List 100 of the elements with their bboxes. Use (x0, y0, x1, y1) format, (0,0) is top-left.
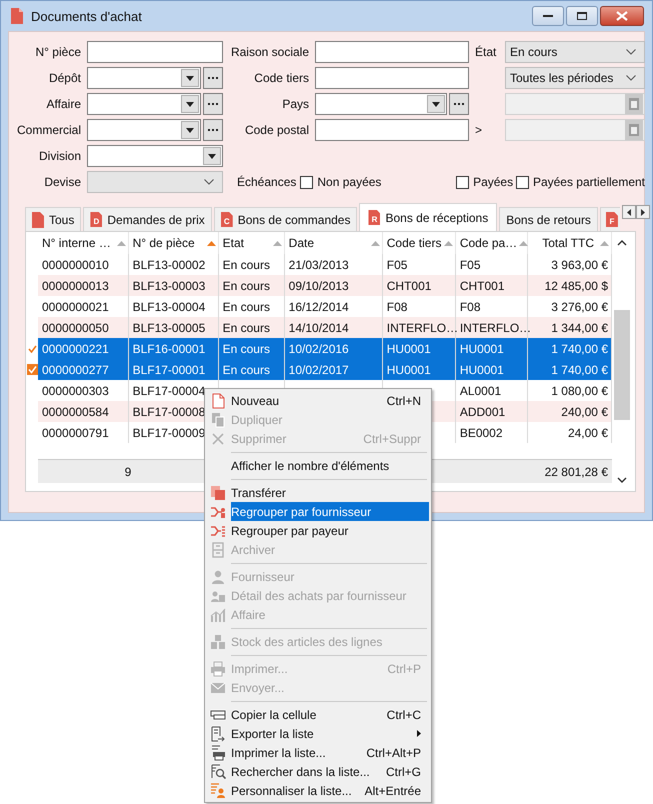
menu-item[interactable]: Exporter la liste (207, 724, 429, 743)
menu-item[interactable]: Rechercher dans la liste... Ctrl+G (207, 762, 429, 781)
table-cell: 09/10/2013 (288, 278, 349, 292)
combo-field[interactable] (87, 119, 201, 141)
table-cell: INTERFLO… (386, 320, 458, 334)
field-label: Dépôt (48, 71, 81, 85)
person-icon (210, 568, 226, 584)
tab[interactable]: Bons de retours (499, 207, 598, 231)
menu-item[interactable]: Transférer (207, 483, 429, 502)
checkbox[interactable]: Payées (456, 175, 516, 189)
table-cell: 24,00 € (568, 426, 608, 440)
table-row[interactable]: 0000000013 BLF13-00003 En cours 09/10/2013 CHT001 CHT001 12 485,00 $ (27, 275, 612, 296)
table-cell: BLF17-00009 (132, 426, 206, 440)
table-cell: 0000000791 (42, 426, 109, 440)
copy-icon (210, 412, 226, 428)
chevron-icon (626, 49, 636, 55)
text-field[interactable] (315, 41, 469, 63)
menu-item[interactable]: Copier la cellule Ctrl+C (207, 705, 429, 724)
table-row[interactable]: 0000000050 BLF13-00005 En cours 14/10/2014 INTERFLO…INTERFLO… 1 344,00 € (27, 317, 612, 338)
menu-item[interactable]: Imprimer la liste... Ctrl+Alt+P (207, 743, 429, 762)
table-cell: 3 963,00 € (551, 258, 608, 272)
tab[interactable]: R Bons de réceptions (359, 203, 498, 231)
browse-button[interactable] (449, 93, 469, 115)
minimize-button[interactable] (532, 6, 564, 26)
combo-field[interactable] (87, 67, 201, 89)
text-field[interactable] (315, 119, 469, 141)
table-row[interactable]: 0000000221 BLF16-00001 En cours 10/02/2016 HU0001 HU0001 1 740,00 € (27, 338, 612, 359)
table-cell: F08 (460, 300, 480, 314)
table-cell: 0000000303 (42, 384, 109, 398)
scroll-right-button[interactable] (636, 205, 650, 219)
maximize-button[interactable] (566, 6, 598, 26)
table-cell: 10/02/2017 (288, 362, 349, 376)
tab[interactable]: D Demandes de prix (83, 207, 212, 231)
menu-item[interactable]: Afficher le nombre d'éléments (207, 456, 429, 475)
document-icon (32, 212, 44, 228)
checkbox[interactable]: Payées partiellement (516, 175, 645, 189)
text-field[interactable] (315, 67, 469, 89)
field-label: N° pièce (34, 45, 81, 59)
scroll-left-button[interactable] (622, 205, 636, 219)
column-header[interactable]: Etat (218, 232, 284, 254)
checkbox[interactable]: Non payées (300, 175, 456, 189)
table-cell: HU0001 (386, 342, 431, 356)
table-cell: En cours (222, 362, 270, 376)
column-header[interactable]: Code tiers (382, 232, 456, 254)
column-header[interactable]: Date (284, 232, 382, 254)
table-cell: BLF17-00004 (132, 384, 206, 398)
menu-item[interactable]: Nouveau Ctrl+N (207, 391, 429, 410)
printer-icon (210, 660, 226, 676)
browse-button[interactable] (203, 119, 223, 141)
document-icon: R (368, 210, 380, 225)
combo-field[interactable] (87, 93, 201, 115)
table-row[interactable]: 0000000277 BLF17-00001 En cours 10/02/2017 HU0001 HU0001 1 740,00 € (27, 359, 612, 380)
column-header[interactable]: N° interne … (38, 232, 128, 254)
browse-button[interactable] (203, 67, 223, 89)
caret-icon (432, 102, 440, 106)
field-label: Pays (281, 97, 309, 111)
table-cell: HU0001 (460, 342, 504, 356)
total-amount: 22 801,28 € (544, 464, 609, 478)
boxes-icon (210, 634, 226, 650)
table-cell: 0000000010 (42, 258, 109, 272)
column-header[interactable]: Total TTC (527, 232, 612, 254)
dropdown-button[interactable] (181, 69, 199, 87)
text-field[interactable] (87, 41, 223, 63)
combo-field[interactable] (87, 145, 223, 167)
field-label: > (475, 123, 482, 137)
browse-button[interactable] (203, 93, 223, 115)
envelope-icon (210, 680, 226, 696)
search-icon (210, 764, 226, 780)
submenu-arrow-icon (417, 730, 421, 737)
checkbox[interactable] (27, 364, 38, 375)
field-label: Échéances (237, 175, 296, 189)
column-header[interactable]: Code pa… (455, 232, 528, 254)
status-select[interactable]: En cours (505, 41, 645, 63)
menu-item[interactable]: Personnaliser la liste... Alt+Entrée (207, 781, 429, 800)
table-cell: En cours (222, 258, 270, 272)
table-cell: 1 740,00 € (551, 362, 608, 376)
caret-icon (208, 154, 216, 158)
period-select[interactable]: Toutes les périodes (505, 67, 645, 89)
combo-field[interactable] (315, 93, 447, 115)
table-cell: 0000000221 (42, 342, 109, 356)
table-cell: HU0001 (386, 362, 431, 376)
table-cell: En cours (222, 300, 270, 314)
chevron-icon (626, 75, 636, 81)
dropdown-button[interactable] (181, 121, 199, 139)
dropdown-button[interactable] (427, 95, 445, 113)
caret-icon (186, 76, 194, 80)
right-arrow-icon (640, 208, 645, 216)
menu-item[interactable]: Regrouper par payeur (207, 521, 429, 540)
table-cell: F08 (386, 300, 408, 314)
close-button[interactable] (600, 6, 644, 26)
field-label: Code postal (244, 123, 309, 137)
tab[interactable]: C Bons de commandes (214, 207, 358, 231)
table-cell: En cours (222, 342, 270, 356)
table-cell: 16/12/2014 (288, 300, 349, 314)
tab[interactable]: F (600, 207, 620, 231)
dropdown-button[interactable] (181, 95, 199, 113)
tab[interactable]: Tous (25, 207, 82, 231)
column-header[interactable]: N° de pièce (128, 232, 218, 254)
dropdown-button[interactable] (203, 147, 221, 165)
field-label: Division (38, 149, 81, 163)
